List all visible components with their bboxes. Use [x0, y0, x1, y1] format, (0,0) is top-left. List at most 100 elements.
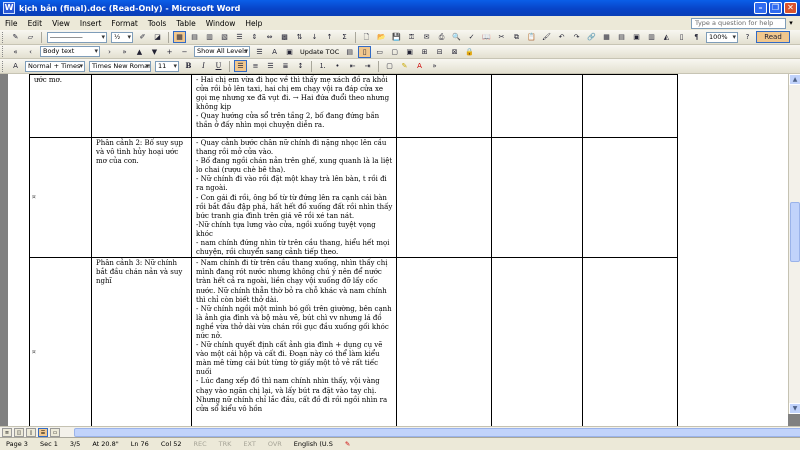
demote-icon[interactable]: › [103, 46, 116, 58]
menu-table[interactable]: Table [171, 19, 200, 28]
email-icon[interactable]: ✉ [420, 31, 433, 43]
autosum-icon[interactable]: Σ [338, 31, 351, 43]
document-area[interactable]: ước mơ. - Hai chị em vừa đi học về thì t… [0, 74, 788, 426]
print-icon[interactable]: ⎙ [435, 31, 448, 43]
font-color-icon[interactable]: A [413, 60, 426, 72]
status-trk[interactable]: TRK [213, 440, 238, 448]
print-view-icon[interactable]: ▯ [26, 427, 36, 437]
drawing-icon[interactable]: ◭ [660, 31, 673, 43]
vertical-scrollbar[interactable]: ▲ ▼ [788, 74, 800, 414]
update-toc-icon[interactable]: ▣ [283, 46, 296, 58]
line-style-combo[interactable]: ――――― [47, 31, 107, 43]
research-icon[interactable]: 📖 [480, 31, 493, 43]
permission-icon[interactable]: ⚿ [405, 31, 418, 43]
sort-desc-icon[interactable]: ↑ [323, 31, 336, 43]
table-cell[interactable] [396, 74, 492, 138]
align-right-icon[interactable]: ☰ [264, 60, 277, 72]
collapse-subdocs-icon[interactable]: ▭ [373, 46, 386, 58]
redo-icon[interactable]: ↷ [570, 31, 583, 43]
styles-pane-icon[interactable]: A [9, 60, 22, 72]
table-cell[interactable]: - Quay cảnh bước chân nữ chính đi nặng n… [191, 136, 397, 259]
font-size-combo[interactable]: 11 [155, 60, 179, 72]
border-color-icon[interactable]: ✐ [136, 31, 149, 43]
collapse-icon[interactable]: − [178, 46, 191, 58]
status-column[interactable]: Col 52 [155, 440, 188, 448]
open-icon[interactable]: 📂 [375, 31, 388, 43]
decrease-indent-icon[interactable]: ⇤ [346, 60, 359, 72]
outline-view-icon[interactable]: ☰ [38, 427, 48, 437]
excel-icon[interactable]: ▣ [630, 31, 643, 43]
align-cell-icon[interactable]: ☰ [233, 31, 246, 43]
shading-icon[interactable]: ◪ [151, 31, 164, 43]
zoom-combo[interactable]: 100% [706, 31, 738, 43]
table-cell[interactable] [29, 257, 92, 426]
new-icon[interactable]: 🗋 [360, 31, 373, 43]
distribute-rows-icon[interactable]: ⇕ [248, 31, 261, 43]
merge-cells-icon[interactable]: ▥ [203, 31, 216, 43]
menu-help[interactable]: Help [240, 19, 267, 28]
create-subdoc-icon[interactable]: ▢ [388, 46, 401, 58]
table-cell[interactable]: Phân cảnh 2: Bố suy sụp và vô tình hủy h… [91, 136, 192, 259]
outside-border-icon[interactable]: ▢ [383, 60, 396, 72]
remove-subdoc-icon[interactable]: ▣ [403, 46, 416, 58]
cut-icon[interactable]: ✂ [495, 31, 508, 43]
word-app-icon[interactable]: W [3, 2, 15, 14]
menu-file[interactable]: File [0, 19, 23, 28]
table-cell[interactable]: - Nam chính đi từ trên cầu thang xuống, … [191, 257, 397, 426]
print-preview-icon[interactable]: 🔍 [450, 31, 463, 43]
help-icon[interactable]: ? [741, 31, 754, 43]
read-button[interactable]: Read [756, 31, 790, 43]
scroll-thumb[interactable] [790, 202, 800, 262]
goto-toc-icon[interactable]: ▤ [343, 46, 356, 58]
maximize-icon[interactable]: ❐ [769, 2, 782, 14]
minimize-icon[interactable]: – [754, 2, 767, 14]
expand-icon[interactable]: + [163, 46, 176, 58]
ask-question-input[interactable]: Type a question for help [691, 17, 786, 29]
font-combo[interactable]: Times New Roman [89, 60, 151, 72]
first-line-only-icon[interactable]: ☰ [253, 46, 266, 58]
numbering-icon[interactable]: ⒈ [316, 60, 329, 72]
lock-doc-icon[interactable]: 🔒 [463, 46, 476, 58]
close-icon[interactable]: ✕ [784, 2, 797, 14]
line-spacing-icon[interactable]: ↕ [294, 60, 307, 72]
demote-body-icon[interactable]: » [118, 46, 131, 58]
status-language[interactable]: English (U.S [288, 440, 339, 448]
copy-icon[interactable]: ⧉ [510, 31, 523, 43]
update-toc-label[interactable]: Update TOC [297, 48, 342, 56]
table-cell[interactable]: - Hai chị em vừa đi học về thì thấy mẹ x… [191, 74, 397, 138]
status-ext[interactable]: EXT [237, 440, 261, 448]
move-down-icon[interactable]: ▼ [148, 46, 161, 58]
tables-borders-icon[interactable]: ▦ [600, 31, 613, 43]
underline-icon[interactable]: U [212, 60, 225, 72]
outline-level-combo[interactable]: Body text [40, 46, 100, 57]
status-ovr[interactable]: OVR [262, 440, 288, 448]
web-view-icon[interactable]: ◫ [14, 427, 24, 437]
italic-icon[interactable]: I [197, 60, 210, 72]
table-cell[interactable] [29, 136, 92, 259]
columns-icon[interactable]: ▥ [645, 31, 658, 43]
menu-view[interactable]: View [47, 19, 75, 28]
bold-icon[interactable]: B [182, 60, 195, 72]
split-cells-icon[interactable]: ▧ [218, 31, 231, 43]
table-cell[interactable] [491, 74, 583, 138]
undo-icon[interactable]: ↶ [555, 31, 568, 43]
toolbar-options-icon[interactable]: » [428, 60, 441, 72]
table-cell[interactable] [396, 257, 492, 426]
distribute-cols-icon[interactable]: ⇔ [263, 31, 276, 43]
status-line[interactable]: Ln 76 [125, 440, 155, 448]
paste-icon[interactable]: 📋 [525, 31, 538, 43]
menu-window[interactable]: Window [201, 19, 241, 28]
promote-icon[interactable]: ‹ [24, 46, 37, 58]
promote-heading-icon[interactable]: « [9, 46, 22, 58]
table-cell[interactable]: ước mơ. [29, 74, 92, 138]
table-cell[interactable]: Phân cảnh 3: Nữ chính bắt đầu chán nản v… [91, 257, 192, 426]
menu-edit[interactable]: Edit [23, 19, 48, 28]
menu-format[interactable]: Format [106, 19, 142, 28]
horizontal-scrollbar[interactable]: ≡ ◫ ▯ ☰ ▭ [0, 426, 800, 437]
menu-insert[interactable]: Insert [75, 19, 107, 28]
sort-asc-icon[interactable]: ↓ [308, 31, 321, 43]
table-cell[interactable] [396, 136, 492, 259]
insert-subdoc-icon[interactable]: ⊞ [418, 46, 431, 58]
table-cell[interactable] [582, 257, 678, 426]
move-up-icon[interactable]: ▲ [133, 46, 146, 58]
